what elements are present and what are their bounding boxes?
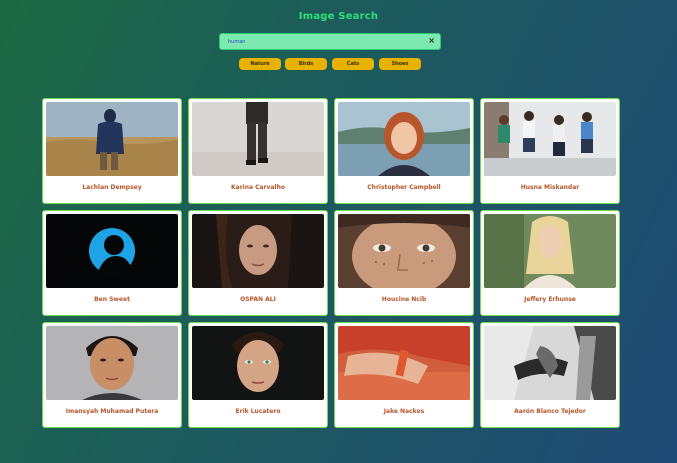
result-name: Husna Miskandar <box>520 184 580 191</box>
result-image[interactable] <box>192 214 324 288</box>
result-name: Ben Sweet <box>94 296 130 303</box>
result-name: Lachlan Dempsey <box>82 184 142 191</box>
result-card[interactable]: Jake Nackos <box>334 322 474 428</box>
result-image[interactable] <box>338 214 470 288</box>
result-name: Houcine Ncib <box>381 296 427 303</box>
result-card[interactable]: Husna Miskandar <box>480 98 620 204</box>
result-name: Jake Nackos <box>383 408 425 415</box>
result-name: Christopher Campbell <box>367 184 441 191</box>
result-image[interactable] <box>192 102 324 176</box>
filter-cats-button[interactable]: Cats <box>332 58 374 70</box>
result-image[interactable] <box>338 326 470 400</box>
search-input[interactable] <box>228 36 418 47</box>
result-card[interactable]: Houcine Ncib <box>334 210 474 316</box>
result-name: Jeffery Erhunse <box>524 296 576 303</box>
result-card[interactable]: Ben Sweet <box>42 210 182 316</box>
result-card[interactable]: Christopher Campbell <box>334 98 474 204</box>
filter-buttons: Nature Birds Cats Shoes <box>239 58 422 70</box>
result-name: Aarón Blanco Tejedor <box>514 408 586 415</box>
result-card[interactable]: Jeffery Erhunse <box>480 210 620 316</box>
result-card[interactable]: Aarón Blanco Tejedor <box>480 322 620 428</box>
filter-birds-button[interactable]: Birds <box>285 58 327 70</box>
page-title: Image Search <box>298 11 379 22</box>
result-name: Erik Lucatero <box>235 408 281 415</box>
clear-search-button[interactable]: × <box>428 36 435 46</box>
result-card[interactable]: Imansyah Muhamad Putera <box>42 322 182 428</box>
result-image[interactable] <box>484 102 616 176</box>
result-card[interactable]: Karina Carvalho <box>188 98 328 204</box>
search-box[interactable]: × <box>219 33 441 50</box>
filter-shoes-button[interactable]: Shoes <box>379 58 421 70</box>
result-card[interactable]: OSPAN ALI <box>188 210 328 316</box>
filter-nature-button[interactable]: Nature <box>239 58 281 70</box>
result-image[interactable] <box>46 326 178 400</box>
result-image[interactable] <box>484 326 616 400</box>
result-name: Karina Carvalho <box>231 184 285 191</box>
result-card[interactable]: Erik Lucatero <box>188 322 328 428</box>
result-image[interactable] <box>484 214 616 288</box>
result-image[interactable] <box>46 214 178 288</box>
result-card[interactable]: Lachlan Dempsey <box>42 98 182 204</box>
result-image[interactable] <box>192 326 324 400</box>
result-image[interactable] <box>46 102 178 176</box>
result-name: OSPAN ALI <box>240 296 276 303</box>
result-name: Imansyah Muhamad Putera <box>65 408 159 415</box>
result-image[interactable] <box>338 102 470 176</box>
